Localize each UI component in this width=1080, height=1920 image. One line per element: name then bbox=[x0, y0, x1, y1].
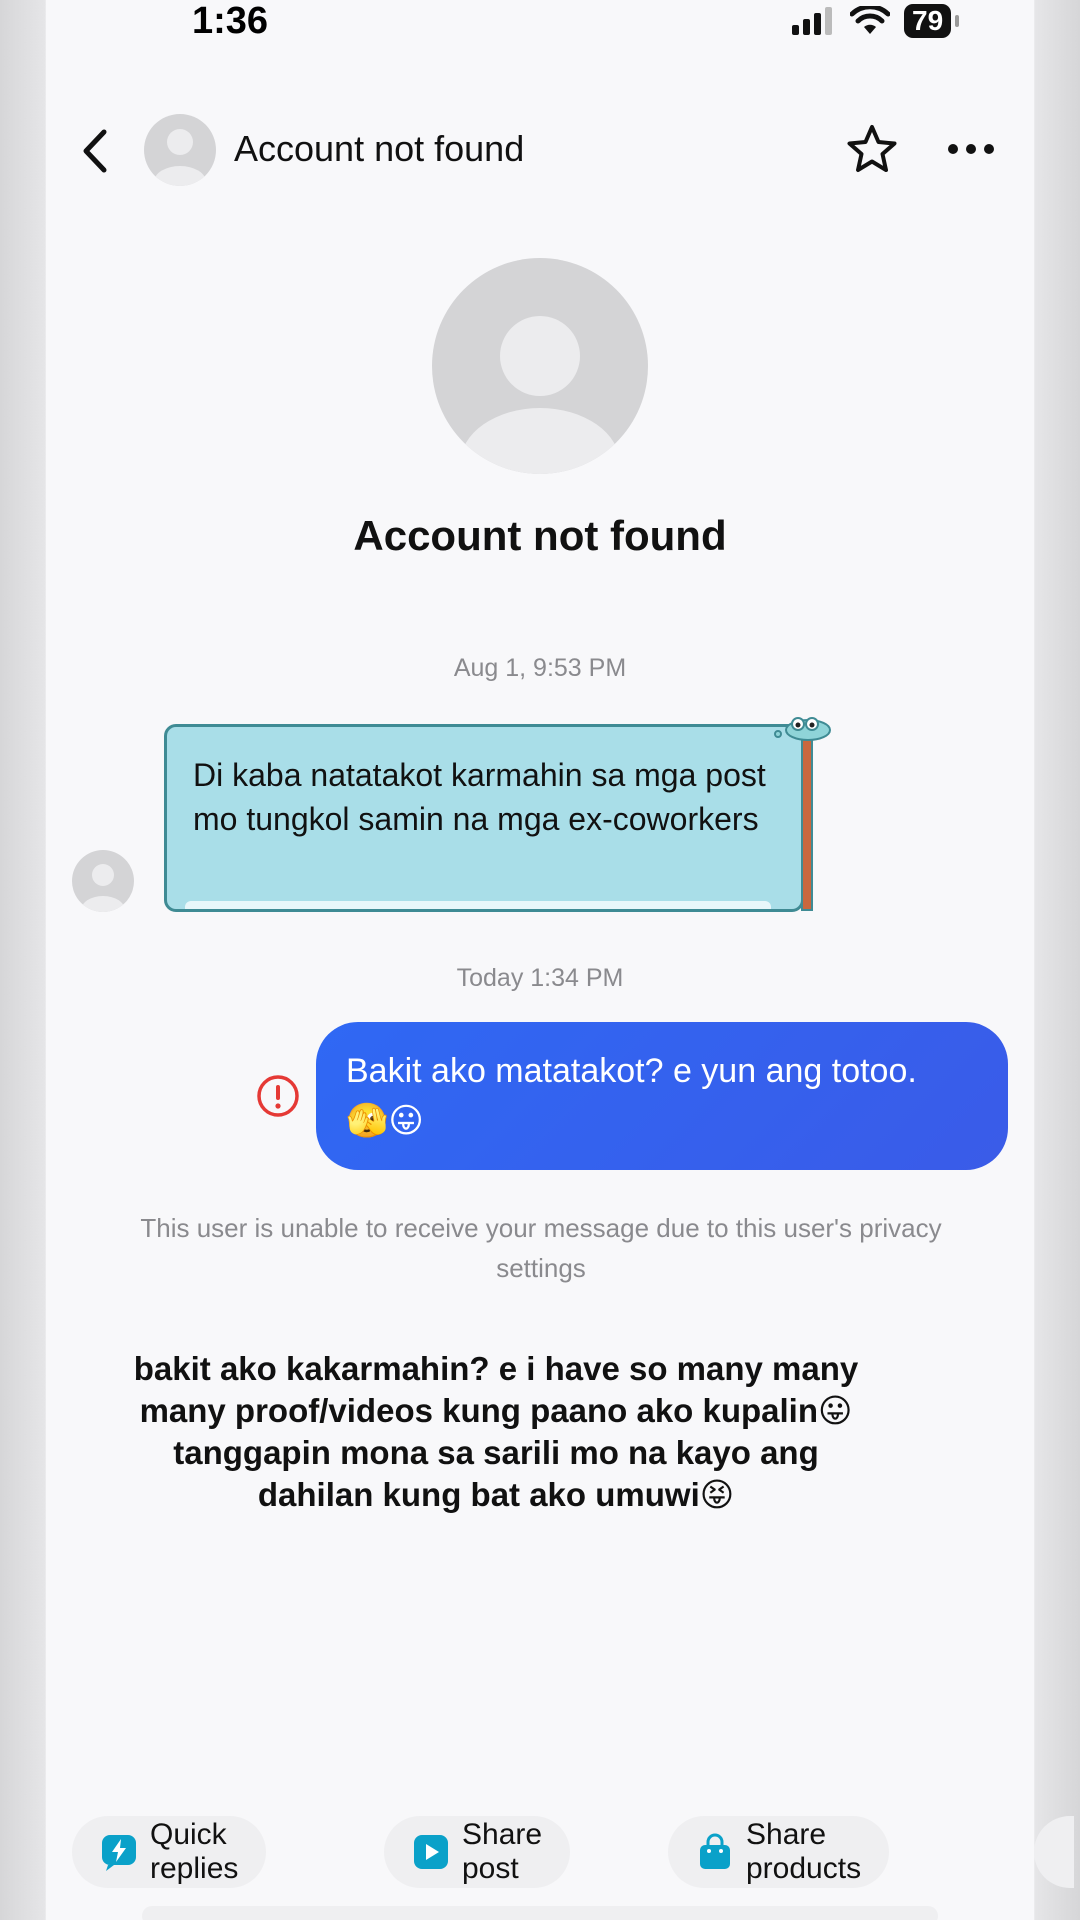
sender-avatar[interactable] bbox=[72, 850, 134, 912]
overlay-caption: bakit ako kakarmahin? e i have so many m… bbox=[106, 1348, 886, 1516]
avatar[interactable] bbox=[144, 114, 216, 186]
delivery-failure-notice: This user is unable to receive your mess… bbox=[140, 1213, 942, 1283]
caption-line: tanggapin mona sa sarili mo na kayo ang bbox=[173, 1434, 819, 1471]
share-post-label: Share post bbox=[462, 1818, 543, 1885]
message-input-edge[interactable] bbox=[142, 1906, 938, 1920]
quick-replies-button[interactable]: Quick replies bbox=[72, 1816, 267, 1888]
more-actions-chip[interactable] bbox=[1034, 1816, 1074, 1888]
status-time: 1:36 bbox=[192, 0, 269, 42]
caption-line: many proof/videos kung paano ako kupalin… bbox=[139, 1392, 853, 1429]
outgoing-message-text: Bakit ako matatakot? e yun ang totoo. bbox=[346, 1052, 917, 1090]
back-arrow-icon[interactable] bbox=[76, 128, 116, 174]
outgoing-message-bubble[interactable]: Bakit ako matatakot? e yun ang totoo. 🫣😛 bbox=[316, 1022, 1008, 1170]
signal-icon bbox=[792, 7, 832, 35]
profile-avatar bbox=[432, 258, 648, 474]
caption-line: bakit ako kakarmahin? e i have so many m… bbox=[133, 1350, 859, 1387]
message-timestamp: Today 1:34 PM bbox=[456, 964, 624, 992]
chat-header: Account not found bbox=[46, 100, 1034, 200]
share-products-label: Share products bbox=[746, 1818, 862, 1885]
play-icon bbox=[414, 1835, 448, 1869]
dm-screen: 1:36 79 Account not found Account not fo… bbox=[46, 0, 1074, 1920]
lightning-icon bbox=[102, 1835, 136, 1871]
wifi-icon bbox=[850, 6, 890, 34]
star-icon[interactable] bbox=[844, 122, 900, 178]
crocodile-sticker-icon bbox=[774, 717, 831, 911]
error-icon[interactable] bbox=[256, 1074, 300, 1118]
shopping-bag-icon bbox=[700, 1833, 730, 1869]
bubble-decoration bbox=[185, 901, 771, 909]
incoming-message-text: Di kaba natatakot karmahin sa mga post m… bbox=[193, 757, 766, 837]
share-products-button[interactable]: Share products bbox=[668, 1816, 890, 1888]
profile-name: Account not found bbox=[353, 512, 727, 559]
default-avatar-icon bbox=[81, 864, 125, 912]
chat-title[interactable]: Account not found bbox=[234, 128, 524, 170]
incoming-message-bubble[interactable]: Di kaba natatakot karmahin sa mga post m… bbox=[164, 724, 804, 912]
outgoing-message-emojis: 🫣😛 bbox=[346, 1102, 424, 1140]
share-post-button[interactable]: Share post bbox=[384, 1816, 571, 1888]
more-options-icon[interactable] bbox=[946, 134, 996, 164]
default-avatar-icon bbox=[460, 316, 620, 474]
quick-replies-label: Quick replies bbox=[150, 1818, 239, 1885]
battery-indicator: 79 bbox=[904, 4, 960, 38]
caption-line: dahilan kung bat ako umuwi😝 bbox=[257, 1476, 735, 1513]
status-icons: 79 bbox=[792, 4, 960, 38]
default-avatar-icon bbox=[154, 129, 206, 186]
message-timestamp: Aug 1, 9:53 PM bbox=[453, 654, 627, 682]
